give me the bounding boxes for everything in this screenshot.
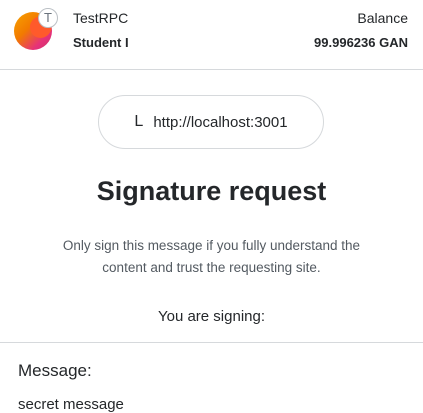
site-icon: L [134,113,144,130]
account-header: T TestRPC Student I Balance 99.996236 GA… [0,0,423,70]
account-name: Student I [73,35,129,50]
divider [0,342,423,343]
network-name: TestRPC [73,10,129,26]
balance-label: Balance [357,10,408,26]
site-origin-url: http://localhost:3001 [153,113,288,131]
page-title: Signature request [96,176,327,206]
message-label: Message: [18,361,92,380]
network-badge-icon: T [38,8,58,28]
account-avatar-group: T [14,8,62,52]
request-description: Only sign this message if you fully unde… [62,238,361,275]
signature-request-page: T TestRPC Student I Balance 99.996236 GA… [0,0,423,413]
message-value: secret message [18,396,124,413]
balance-value: 99.996236 GAN [314,35,408,50]
signing-label: You are signing: [157,308,266,325]
site-origin-pill: L http://localhost:3001 [98,95,324,149]
